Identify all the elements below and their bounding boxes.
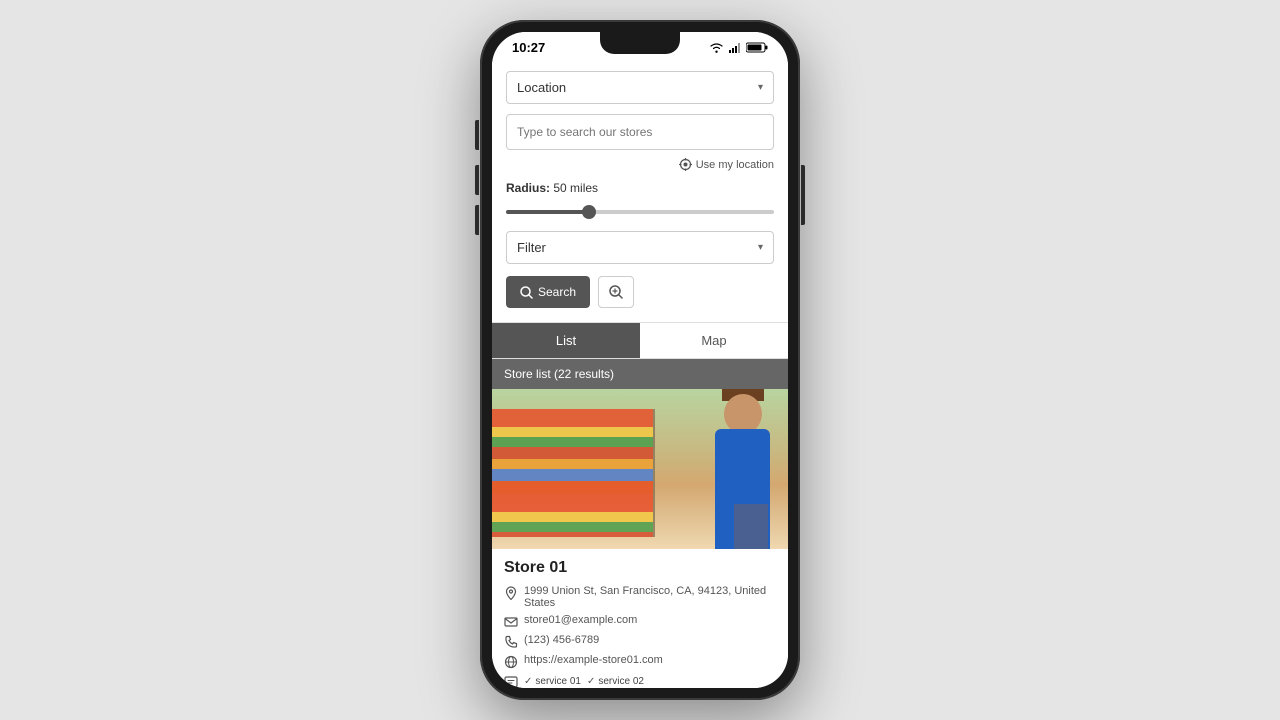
service-01: ✓ service 01	[524, 676, 581, 687]
store-image	[492, 389, 788, 549]
radius-slider[interactable]	[506, 210, 774, 214]
phone-volume-down	[475, 165, 479, 195]
store-list-header: Store list (22 results)	[492, 359, 788, 389]
search-button[interactable]: Search	[506, 276, 590, 308]
phone-notch	[600, 32, 680, 54]
use-location-row: Use my location	[506, 158, 774, 171]
location-dropdown[interactable]: Location ▾	[506, 71, 774, 104]
shelf-left	[492, 409, 655, 537]
phone-icon	[504, 635, 518, 649]
store-email-row: store01@example.com	[504, 614, 776, 629]
filter-label: Filter	[517, 240, 546, 255]
store-website: https://example-store01.com	[524, 654, 663, 666]
search-btn-label: Search	[538, 285, 576, 299]
signal-icon	[729, 43, 741, 53]
top-section: Location ▾ Us	[492, 59, 788, 323]
filter-dropdown[interactable]: Filter ▾	[506, 231, 774, 264]
search-btn-icon	[520, 286, 533, 299]
email-icon	[504, 615, 518, 629]
scroll-content[interactable]: Location ▾ Us	[492, 59, 788, 688]
use-location-text[interactable]: Use my location	[696, 159, 774, 171]
store-image-placeholder	[492, 389, 788, 549]
store-address-row: 1999 Union St, San Francisco, CA, 94123,…	[504, 585, 776, 609]
store-phone-row: (123) 456-6789	[504, 634, 776, 649]
battery-icon	[746, 42, 768, 53]
search-input-container[interactable]	[506, 114, 774, 150]
website-icon	[504, 655, 518, 669]
location-target-icon	[679, 158, 692, 171]
wifi-icon	[709, 42, 724, 53]
services-icon	[504, 675, 518, 688]
radius-row: Radius: 50 miles	[506, 181, 774, 219]
buttons-row: Search	[506, 276, 774, 308]
address-icon	[504, 586, 518, 600]
store-email: store01@example.com	[524, 614, 637, 626]
store-info: Store 01 1999 Union St, San Francisco, C…	[492, 549, 788, 688]
phone-frame: 10:27	[480, 20, 800, 700]
person-legs2	[734, 504, 754, 549]
radius-value: 50 miles	[553, 181, 598, 195]
store-services-row: ✓ service 01 ✓ service 02	[504, 674, 776, 688]
phone-screen: 10:27	[492, 32, 788, 688]
store-phone: (123) 456-6789	[524, 634, 599, 646]
map-search-icon	[609, 285, 623, 299]
status-time: 10:27	[512, 40, 545, 55]
person-head	[724, 394, 762, 434]
phone-mute	[475, 205, 479, 235]
store-address: 1999 Union St, San Francisco, CA, 94123,…	[524, 585, 776, 609]
store-card: Store 01 1999 Union St, San Francisco, C…	[492, 389, 788, 688]
filter-chevron-icon: ▾	[758, 242, 763, 253]
tabs-row: List Map	[492, 323, 788, 359]
phone-power	[801, 165, 805, 225]
tab-map[interactable]: Map	[640, 323, 788, 358]
search-input[interactable]	[517, 125, 763, 139]
location-label: Location	[517, 80, 566, 95]
store-name: Store 01	[504, 559, 776, 577]
map-search-button[interactable]	[598, 276, 634, 308]
radius-label: Radius: 50 miles	[506, 181, 774, 195]
service-02: ✓ service 02	[587, 676, 644, 687]
store-website-row: https://example-store01.com	[504, 654, 776, 669]
tab-list[interactable]: List	[492, 323, 640, 358]
phone-volume-up	[475, 120, 479, 150]
chevron-down-icon: ▾	[758, 82, 763, 93]
status-icons	[709, 42, 768, 53]
